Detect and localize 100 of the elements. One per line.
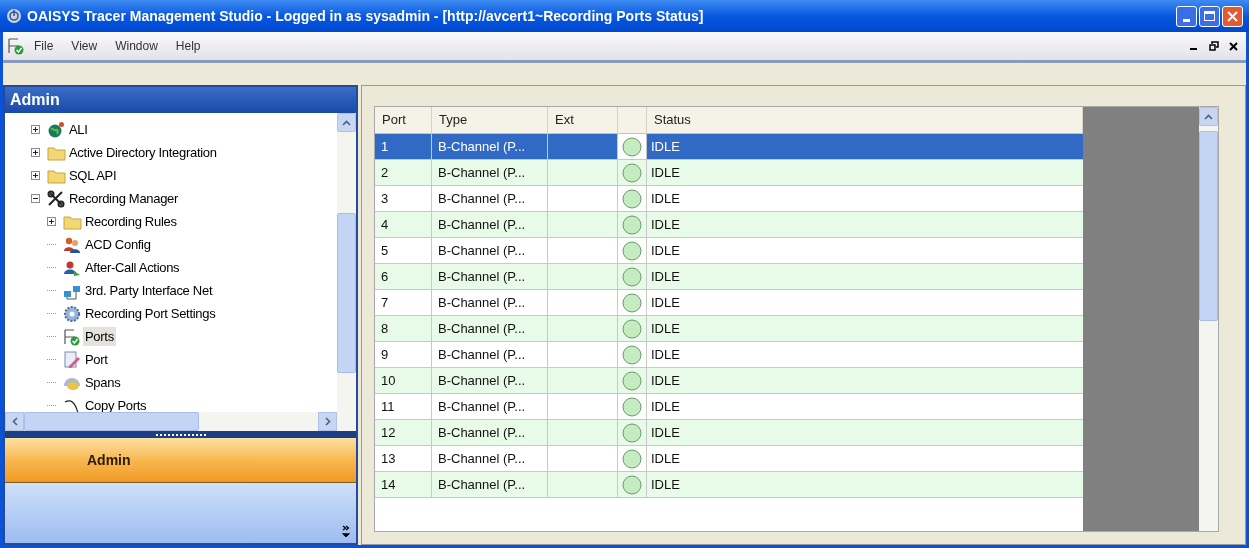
close-icon[interactable] [1229,41,1238,51]
table-cell-text: IDLE [650,319,681,338]
table-row[interactable]: 2 B-Channel (P... IDLE [375,160,1083,186]
menu-item[interactable]: Window [106,37,167,55]
table-row[interactable]: 14 B-Channel (P... IDLE [375,472,1083,498]
table-cell-text: IDLE [650,449,681,468]
table-row[interactable]: 4 B-Channel (P... IDLE [375,212,1083,238]
status-indicator-icon [622,214,642,235]
table-cell-text: IDLE [650,293,681,312]
table-cell-text: IDLE [650,345,681,364]
table-cell: B-Channel (P... [432,394,548,419]
table-row[interactable]: 13 B-Channel (P... IDLE [375,446,1083,472]
tree-item[interactable]: Recording Manager [67,188,181,209]
scroll-up-icon[interactable] [342,119,351,126]
tree-item[interactable]: Ports [83,326,116,347]
admin-nav-button[interactable]: Admin [5,438,356,483]
collapse-toggle[interactable] [31,194,40,203]
scroll-up-icon[interactable] [1204,113,1213,120]
tree-item[interactable]: Recording Rules [83,211,179,232]
table-row[interactable]: 10 B-Channel (P... IDLE [375,368,1083,394]
table-cell: 6 [375,264,432,289]
status-indicator-icon [622,318,642,339]
tree-item[interactable]: ALI [67,119,90,140]
tree-item[interactable]: ACD Config [83,234,153,255]
edit-icon [63,350,81,369]
tree-item[interactable]: Copy Ports [83,395,149,412]
table-cell-text: IDLE [650,397,681,416]
status-indicator-icon [622,240,642,261]
menu-item[interactable]: Help [166,37,210,55]
table-cell: B-Channel (P... [432,134,548,159]
close-icon [1227,10,1238,22]
menu-item[interactable]: File [25,37,63,55]
table-row[interactable]: 3 B-Channel (P... IDLE [375,186,1083,212]
tree-item[interactable]: Port [83,349,110,370]
horizontal-scrollbar[interactable] [5,412,356,431]
table-cell: B-Channel (P... [432,472,548,497]
table-cell: 13 [375,446,432,471]
table-row[interactable]: 9 B-Channel (P... IDLE [375,342,1083,368]
table-row[interactable]: 11 B-Channel (P... IDLE [375,394,1083,420]
table-cell: 8 [375,316,432,341]
table-cell: B-Channel (P... [432,342,548,367]
table-row[interactable]: 8 B-Channel (P... IDLE [375,316,1083,342]
tree-item[interactable]: SQL API [67,165,119,186]
tree-item[interactable]: 3rd. Party Interface Net [83,280,215,301]
tree-item[interactable]: After-Call Actions [83,257,182,278]
expand-toggle[interactable] [31,125,40,134]
table-cell-text: IDLE [650,267,681,286]
table-cell: 14 [375,472,432,497]
folder-icon [46,144,66,161]
table-cell: 3 [375,186,432,211]
folder-icon [62,213,82,230]
table-cell: 11 [375,394,432,419]
app-menu-icon [7,37,25,55]
status-indicator-icon [622,136,642,157]
tree-item[interactable]: Recording Port Settings [83,303,218,324]
scroll-right-icon[interactable] [324,417,331,426]
menu-item[interactable]: View [62,37,107,55]
column-header[interactable]: Type [432,107,548,133]
tools-icon [47,189,65,208]
vertical-scrollbar[interactable] [337,113,356,412]
vertical-scrollbar[interactable] [1199,107,1218,531]
minimize-button[interactable] [1176,5,1197,27]
column-header[interactable]: Ext [548,107,618,133]
column-header[interactable]: Port [375,107,432,133]
table-row[interactable]: 12 B-Channel (P... IDLE [375,420,1083,446]
table-cell: 12 [375,420,432,445]
scroll-left-icon[interactable] [11,417,18,426]
status-indicator-icon [622,188,642,209]
table-cell: B-Channel (P... [432,160,548,185]
folder-icon [46,167,66,184]
table-cell: 7 [375,290,432,315]
table-cell: B-Channel (P... [432,368,548,393]
table-cell: 5 [375,238,432,263]
expand-toggle[interactable] [47,217,56,226]
globe-icon [47,120,65,139]
tree-item[interactable]: Active Directory Integration [67,142,219,163]
table-row[interactable]: 1 B-Channel (P... IDLE [375,134,1083,160]
table-cell-text: IDLE [650,423,681,442]
maximize-button[interactable] [1199,5,1220,27]
expand-toggle[interactable] [31,171,40,180]
window-title: OAISYS Tracer Management Studio - Logged in as sysadmin - [http://avcert1~Recording Ports Status] [27,6,704,26]
table-cell: 4 [375,212,432,237]
table-cell-text: IDLE [650,137,681,156]
table-row[interactable]: 5 B-Channel (P... IDLE [375,238,1083,264]
table-cell: B-Channel (P... [432,420,548,445]
table-cell: B-Channel (P... [432,316,548,341]
overflow-chevron-icon[interactable] [342,525,350,537]
people-icon [63,235,81,254]
table-row[interactable]: 6 B-Channel (P... IDLE [375,264,1083,290]
table-row[interactable]: 7 B-Channel (P... IDLE [375,290,1083,316]
table-cell: 10 [375,368,432,393]
app-icon [6,8,22,24]
table-cell-text: IDLE [650,241,681,260]
restore-icon[interactable] [1209,41,1219,51]
gear-icon [63,304,81,323]
close-button[interactable] [1222,5,1243,27]
expand-toggle[interactable] [31,148,40,157]
tree-item[interactable]: Spans [83,372,123,393]
status-indicator-icon [622,292,642,313]
status-indicator-icon [622,162,642,183]
